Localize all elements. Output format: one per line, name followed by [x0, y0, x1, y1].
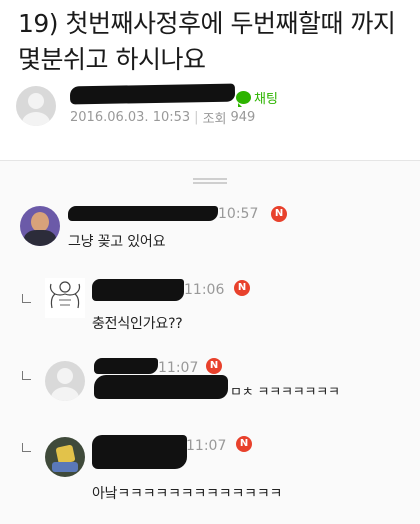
muscleman-sketch-icon — [49, 281, 81, 309]
reply-arrow-icon — [22, 443, 31, 452]
chat-button[interactable]: 채팅 — [236, 88, 278, 107]
commenter-avatar[interactable] — [45, 278, 85, 318]
new-badge-icon: N — [271, 206, 287, 222]
new-badge-icon: N — [206, 358, 222, 374]
comment-time: 11:06 — [184, 282, 225, 298]
reply-arrow-icon — [22, 371, 31, 380]
redacted-commenter-name — [68, 206, 218, 221]
drag-handle[interactable] — [193, 178, 227, 184]
reply-item: 11:06 N 충전식인가요?? — [0, 275, 420, 345]
commenter-avatar[interactable] — [45, 437, 85, 477]
new-badge-icon: N — [234, 280, 250, 296]
comment-text: 그냥 꽂고 있어요 — [68, 234, 166, 250]
commenter-avatar[interactable] — [45, 361, 85, 401]
comment-text: 아낰ㅋㅋㅋㅋㅋㅋㅋㅋㅋㅋㅋㅋㅋ — [92, 486, 283, 502]
views-count: 949 — [230, 110, 256, 125]
comment-text: ㅁㅊ ㅋㅋㅋㅋㅋㅋㅋ — [230, 385, 340, 400]
comment-time: 10:57 — [218, 206, 259, 222]
redacted-commenter-name — [92, 435, 187, 469]
author-avatar[interactable] — [16, 86, 56, 126]
redacted-author-name — [69, 83, 236, 105]
post-meta: 2016.06.03. 10:53 | 조회 949 — [70, 108, 255, 127]
chat-label: 채팅 — [254, 92, 278, 107]
redacted-commenter-name — [94, 358, 158, 374]
post-title: 19) 첫번째사정후에 두번째할때 까지 몇분쉬고 하시나요 — [18, 9, 396, 74]
post-header: 19) 첫번째사정후에 두번째할때 까지 몇분쉬고 하시나요 채팅 2016.0… — [0, 0, 420, 160]
commenter-avatar[interactable] — [20, 206, 60, 246]
meta-divider: | — [194, 110, 199, 125]
speech-bubble-icon — [236, 91, 251, 107]
comment-item: 10:57 N 그냥 꽂고 있어요 — [0, 201, 420, 261]
redacted-comment-text — [94, 375, 228, 399]
comment-time: 11:07 — [186, 438, 227, 454]
post-date: 2016.06.03. 10:53 — [70, 110, 191, 125]
redacted-commenter-name — [92, 279, 184, 301]
reply-arrow-icon — [22, 294, 31, 303]
comment-text: 충전식인가요?? — [92, 316, 183, 332]
views-label: 조회 — [202, 112, 227, 127]
reply-item: 11:07 N 아낰ㅋㅋㅋㅋㅋㅋㅋㅋㅋㅋㅋㅋㅋ — [0, 431, 420, 511]
new-badge-icon: N — [236, 436, 252, 452]
comment-time: 11:07 — [158, 360, 199, 376]
comments-panel: 10:57 N 그냥 꽂고 있어요 11:06 N 충전식인가요?? 11:07… — [0, 160, 420, 524]
reply-item: 11:07 N ㅁㅊ ㅋㅋㅋㅋㅋㅋㅋ — [0, 357, 420, 423]
